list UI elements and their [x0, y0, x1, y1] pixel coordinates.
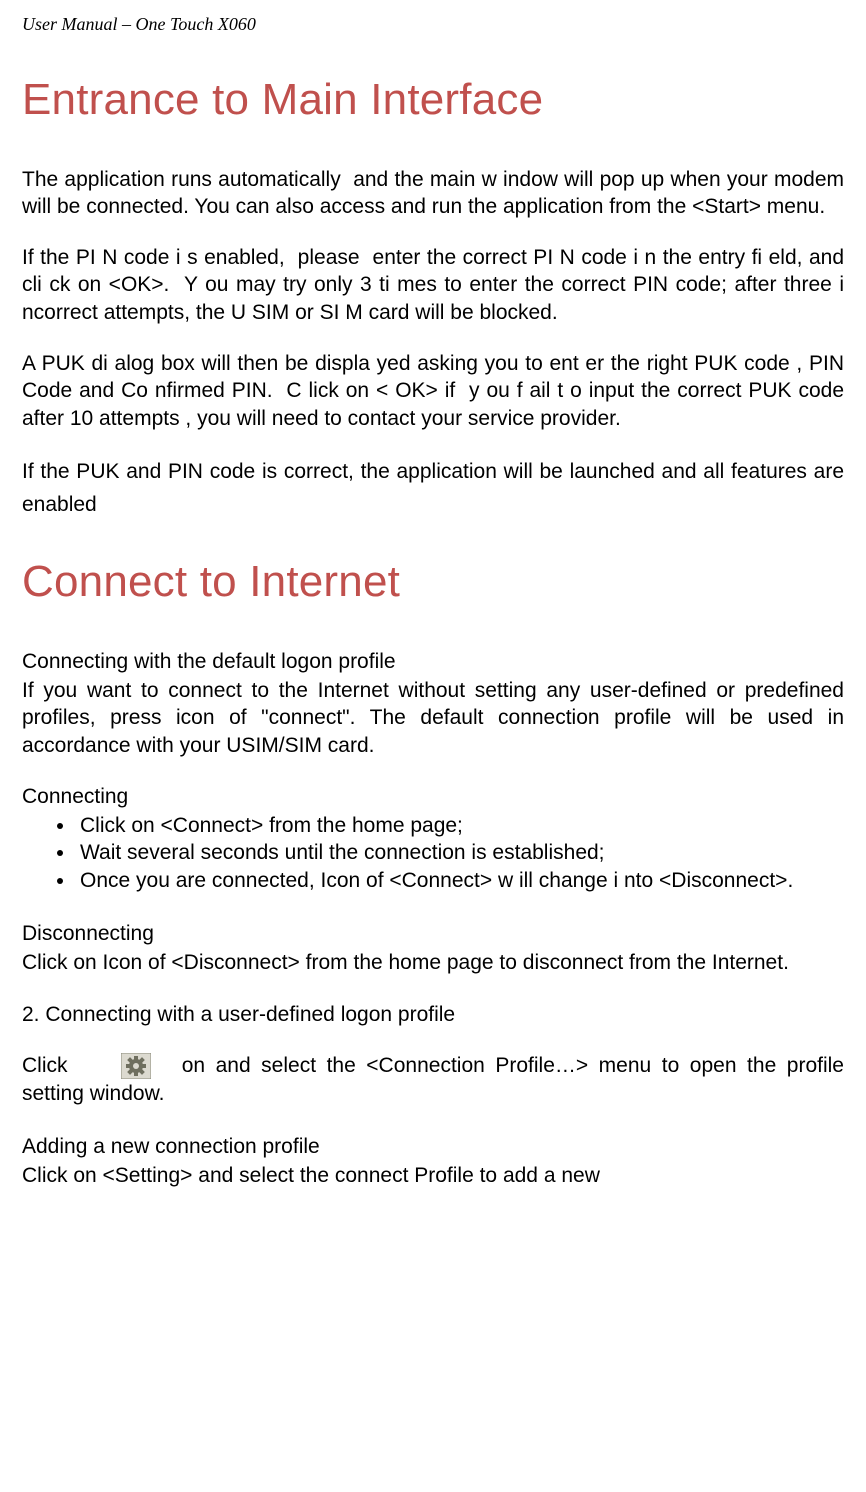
connect-paragraph-add: Click on <Setting> and select the connec… [22, 1162, 844, 1189]
running-header: User Manual – One Touch X060 [22, 14, 844, 35]
list-item: Once you are connected, Icon of <Connect… [76, 867, 844, 894]
connecting-bullet-list: Click on <Connect> from the home page; W… [22, 812, 844, 894]
entrance-paragraph-4: If the PUK and PIN code is correct, the … [22, 456, 844, 521]
subhead-default-profile: Connecting with the default logon profil… [22, 648, 844, 675]
heading-entrance: Entrance to Main Interface [22, 75, 844, 126]
entrance-paragraph-2: If the PI N code i s enabled, please ent… [22, 244, 844, 326]
settings-gear-icon [121, 1053, 151, 1079]
list-item: Wait several seconds until the connectio… [76, 839, 844, 866]
click-text-before: Click [22, 1054, 68, 1077]
subhead-disconnecting: Disconnecting [22, 920, 844, 947]
entrance-paragraph-1: The application runs automatically and t… [22, 166, 844, 221]
subhead-add-profile: Adding a new connection profile [22, 1133, 844, 1160]
subhead-user-defined-profile: 2. Connecting with a user-defined logon … [22, 1001, 844, 1028]
connect-paragraph-default: If you want to connect to the Internet w… [22, 677, 844, 759]
connect-paragraph-disconnect: Click on Icon of <Disconnect> from the h… [22, 949, 844, 976]
entrance-paragraph-3: A PUK di alog box will then be displa ye… [22, 350, 844, 432]
heading-connect: Connect to Internet [22, 557, 844, 608]
click-settings-line: Click [22, 1052, 844, 1109]
subhead-connecting: Connecting [22, 783, 844, 810]
list-item: Click on <Connect> from the home page; [76, 812, 844, 839]
